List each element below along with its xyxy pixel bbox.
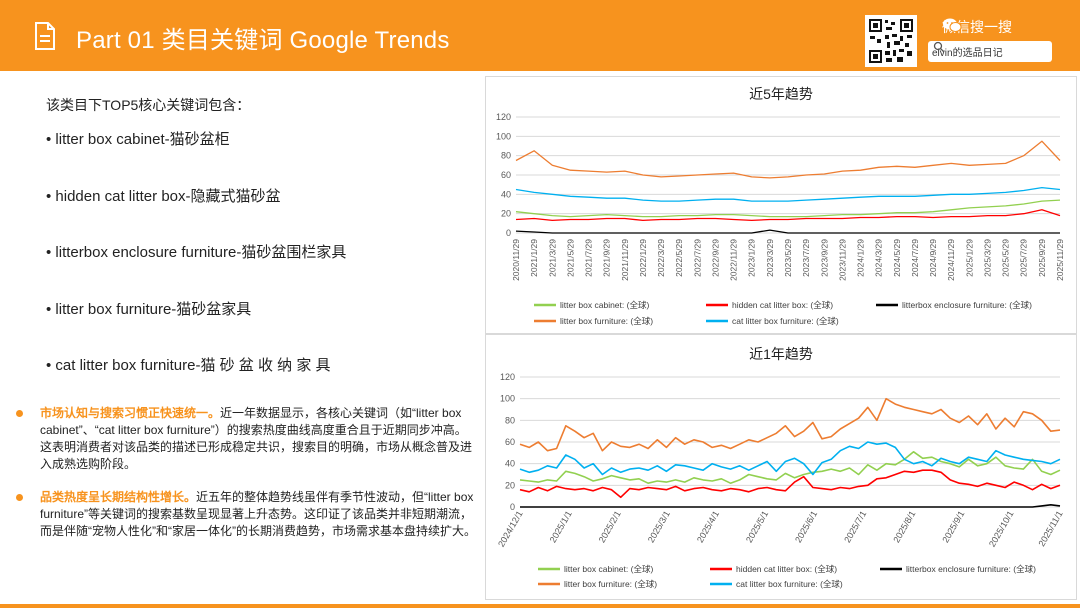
legend-label: litter box cabinet: (全球) (564, 564, 653, 574)
y-tick-label: 80 (501, 151, 511, 161)
series-line (519, 469, 1061, 499)
x-tick-label: 2022/3/29 (656, 239, 666, 277)
legend-label: litter box furniture: (全球) (564, 579, 657, 589)
x-tick-label: 2024/1/29 (856, 239, 866, 277)
x-tick-label: 2025/5/1 (744, 509, 770, 544)
legend-label: hidden cat litter box: (全球) (732, 300, 833, 310)
keyword-item: • cat litter box furniture-猫 砂 盆 收 纳 家 具 (46, 357, 331, 374)
chart-5-year-trend: 近5年趋势 0 20 40 60 80 100 120 2020/11/29 2021/1/29… (485, 76, 1077, 334)
header-bar: Part 01 类目关键词 Google Trends 微信搜一搜 elvin的… (0, 0, 1080, 71)
x-tick-label: 2021/9/29 (602, 239, 612, 277)
y-tick-label: 100 (500, 394, 515, 404)
y-tick-label: 60 (505, 437, 515, 447)
y-tick-label: 0 (506, 228, 511, 238)
x-tick-label: 2021/11/29 (620, 239, 630, 281)
legend-label: hidden cat litter box: (全球) (736, 564, 837, 574)
x-tick-label: 2025/3/1 (646, 509, 672, 544)
legend-label: litterbox enclosure furniture: (全球) (902, 300, 1032, 310)
x-tick-label: 2025/11/1 (1036, 509, 1064, 548)
x-tick-label: 2024/3/29 (874, 239, 884, 277)
x-tick-label: 2025/1/29 (964, 239, 974, 277)
insight-highlight: 品类热度呈长期结构性增长。 (40, 490, 197, 504)
x-tick-label: 2025/11/29 (1055, 239, 1065, 281)
legend-label: litter box furniture: (全球) (560, 316, 653, 326)
legend-label: litter box cabinet: (全球) (560, 300, 649, 310)
y-tick-label: 40 (501, 189, 511, 199)
chart-1-year-trend: 近1年趋势 0 20 40 60 80 100 120 2024/12/1 2025/1/1 20… (485, 334, 1077, 600)
x-tick-label: 2025/2/1 (597, 509, 623, 544)
y-tick-label: 120 (500, 372, 515, 382)
y-tick-label: 100 (496, 131, 511, 141)
x-tick-label: 2021/1/29 (529, 239, 539, 277)
series-line (515, 140, 1061, 179)
series-line (520, 504, 1061, 508)
x-tick-label: 2023/9/29 (819, 239, 829, 277)
keyword-item: • litter box furniture-猫砂盆家具 (46, 301, 252, 318)
x-tick-label: 2024/5/29 (892, 239, 902, 277)
search-icon (933, 41, 944, 52)
x-tick-label: 2022/7/29 (692, 239, 702, 277)
x-tick-label: 2025/3/29 (982, 239, 992, 277)
legend-label: litterbox enclosure furniture: (全球) (906, 564, 1036, 574)
x-tick-label: 2023/11/29 (837, 239, 847, 281)
x-tick-label: 2024/12/1 (496, 509, 525, 549)
x-tick-label: 2022/1/29 (638, 239, 648, 277)
series-line (519, 451, 1061, 484)
x-tick-label: 2025/8/1 (891, 509, 917, 544)
x-tick-label: 2023/7/29 (801, 239, 811, 277)
y-tick-label: 80 (505, 415, 515, 425)
x-tick-label: 2023/1/29 (747, 239, 757, 277)
y-tick-label: 120 (496, 112, 511, 122)
bullet-dot (16, 410, 23, 417)
page-title: Part 01 类目关键词 Google Trends (76, 27, 450, 54)
series-line (515, 229, 1060, 234)
y-tick-label: 60 (501, 170, 511, 180)
x-tick-label: 2025/9/1 (940, 509, 966, 544)
insight-paragraph: 品类热度呈长期结构性增长。近五年的整体趋势线虽伴有季节性波动，但“litter … (16, 489, 476, 540)
x-tick-label: 2025/7/29 (1019, 239, 1029, 277)
series-line (519, 397, 1061, 452)
y-tick-label: 20 (501, 209, 511, 219)
x-tick-label: 2024/7/29 (910, 239, 920, 277)
legend-label: cat litter box furniture: (全球) (736, 579, 843, 589)
keyword-item: • hidden cat litter box-隐藏式猫砂盆 (46, 188, 281, 205)
bullet-dot (16, 494, 23, 501)
keyword-item: • litter box cabinet-猫砂盆柜 (46, 131, 230, 148)
x-tick-label: 2023/5/29 (783, 239, 793, 277)
x-tick-label: 2025/10/1 (987, 509, 1016, 549)
x-tick-label: 2023/3/29 (765, 239, 775, 277)
x-tick-label: 2020/11/29 (511, 239, 521, 281)
intro-text: 该类目下TOP5核心关键词包含： (46, 97, 251, 113)
chart-5-year-svg: 0 20 40 60 80 100 120 2020/11/29 2021/1/29 2021/3… (496, 112, 1065, 326)
chart-1-year-svg: 0204060801001202024/12/1 2025/1/1 2025/2/1… (496, 372, 1065, 589)
x-tick-label: 2025/4/1 (695, 509, 721, 544)
x-tick-label: 2022/5/29 (674, 239, 684, 277)
x-tick-label: 2022/9/29 (710, 239, 720, 277)
y-tick-label: 20 (505, 480, 515, 490)
wechat-icon (943, 18, 962, 32)
keyword-item: • litterbox enclosure furniture-猫砂盆围栏家具 (46, 244, 347, 261)
x-tick-label: 2025/7/1 (842, 509, 868, 544)
legend-label: cat litter box furniture: (全球) (732, 316, 839, 326)
wechat-search-brand: 微信搜一搜 (942, 17, 1012, 37)
y-tick-label: 40 (505, 459, 515, 469)
search-box[interactable]: elvin的选品日记 (928, 41, 1052, 62)
insight-highlight: 市场认知与搜索习惯正快速统一。 (40, 406, 221, 420)
x-tick-label: 2025/6/1 (793, 509, 819, 544)
bottom-accent-bar (0, 604, 1080, 608)
x-tick-label: 2024/9/29 (928, 239, 938, 277)
x-tick-label: 2025/5/29 (1001, 239, 1011, 277)
x-tick-label: 2021/5/29 (565, 239, 575, 277)
x-tick-label: 2022/11/29 (729, 239, 739, 281)
x-tick-label: 2025/1/1 (548, 509, 574, 544)
x-tick-label: 2021/3/29 (547, 239, 557, 277)
document-icon (35, 22, 55, 50)
x-tick-label: 2024/11/29 (946, 239, 956, 281)
x-tick-label: 2025/9/29 (1037, 239, 1047, 277)
insight-paragraph: 市场认知与搜索习惯正快速统一。近一年数据显示，各核心关键词（如“litter b… (16, 405, 476, 473)
qr-code-icon (865, 15, 917, 67)
x-tick-label: 2021/7/29 (584, 239, 594, 277)
